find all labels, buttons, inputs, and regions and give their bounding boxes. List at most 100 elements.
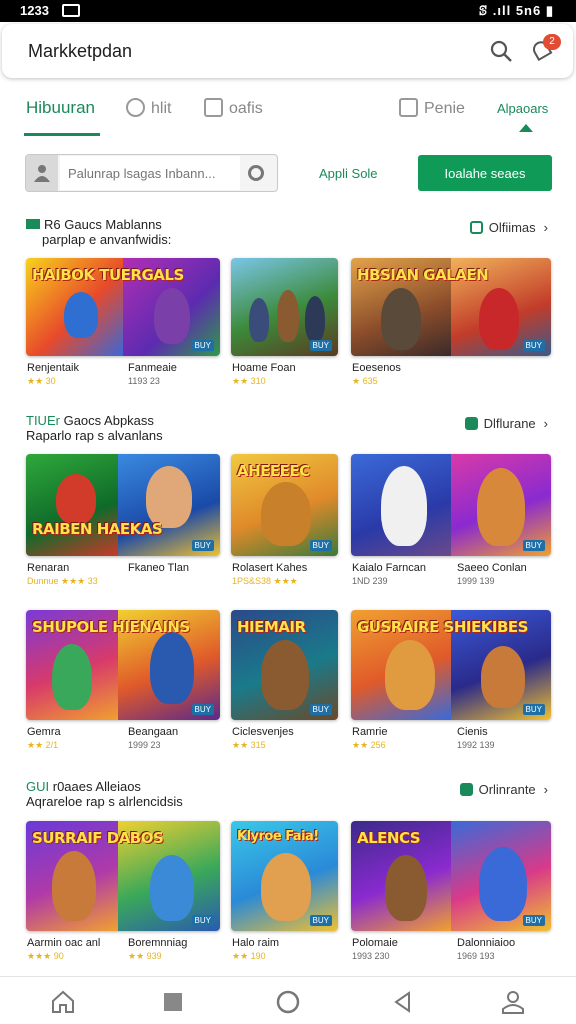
game-title-art: Klyroe Faia! <box>237 829 319 844</box>
price-tag: BUY <box>191 915 214 926</box>
game-title-art: ALENCS <box>357 829 421 847</box>
section-title: TIUEr Gaocs Abpkass <box>26 413 154 428</box>
game-meta: 1999 23 <box>128 740 161 750</box>
tab-hlit[interactable]: hlit <box>126 98 171 118</box>
game-rating: ★ 635 <box>352 376 378 386</box>
tab-penie[interactable]: Penie <box>399 98 465 118</box>
section-subtitle: Raparlo rap s alvanlans <box>26 428 163 443</box>
game-name: Saeeo Conlan <box>457 562 527 574</box>
game-rating: ★★ 30 <box>27 376 56 386</box>
primary-button[interactable]: Ioalahe seaes <box>418 155 552 191</box>
tab-oafis[interactable]: oafis <box>204 98 263 118</box>
chevron-right-icon: › <box>543 220 548 235</box>
status-time: 1233 <box>20 3 49 18</box>
game-thumbnail: GUSRAIRE SHIEKIBES BUY <box>351 610 551 720</box>
chevron-right-icon: › <box>543 416 548 431</box>
game-title-art: SURRAIF DABOS <box>32 829 164 847</box>
game-rating: ★★ 310 <box>232 376 266 386</box>
game-title-art: AHEEEEC <box>237 462 310 480</box>
game-name: Fkaneo Tlan <box>128 562 189 574</box>
back-icon[interactable] <box>390 989 416 1015</box>
active-tab-indicator <box>24 133 100 136</box>
game-title-art: SHUPOLE HIENAINS <box>32 618 190 636</box>
game-thumbnail: HAIBOK TUERGALS BUY <box>26 258 220 356</box>
game-title-art: HBSIAN GALAEN <box>357 266 489 284</box>
game-title-art: GUSRAIRE SHIEKIBES <box>357 618 528 636</box>
app-bar: Markketpdan 2 <box>2 24 573 78</box>
game-name: Eoesenos <box>352 362 401 374</box>
user-icon <box>26 155 58 191</box>
section-title-text: Gaocs Abpkass <box>63 413 154 428</box>
see-more-link[interactable]: Orlinrante › <box>459 782 548 797</box>
notification-badge: 2 <box>543 34 561 50</box>
game-meta: 1992 139 <box>457 740 495 750</box>
status-bar: 1233 ꕷ .ıll 5n6 ▮ <box>0 0 576 22</box>
section-title: GUI r0aaes Alleiaos <box>26 779 141 794</box>
game-thumbnail: ALENCS BUY <box>351 821 551 931</box>
game-thumbnail: BUY <box>351 454 551 556</box>
price-tag: BUY <box>191 540 214 551</box>
game-thumbnail: HIEMAIR BUY <box>231 610 338 720</box>
game-thumbnail: AHEEEEC BUY <box>231 454 338 556</box>
game-name: Boremnniag <box>128 937 188 949</box>
section-flag: GUI <box>26 779 50 794</box>
price-tag: BUY <box>191 704 214 715</box>
game-meta: 1999 139 <box>457 576 495 586</box>
tab-penie-label: Penie <box>424 100 465 117</box>
tab-hibuuran[interactable]: Hibuuran <box>26 98 95 118</box>
section-title-text: Gaucs Mablanns <box>64 217 162 232</box>
see-more-label: Orlinrante <box>478 782 536 797</box>
game-name: Beangaan <box>128 726 179 738</box>
see-more-label: Dlflurane <box>483 416 536 431</box>
app-title: Markketpdan <box>28 41 133 61</box>
section-subtitle: parplap e anvanfwidis: <box>42 232 172 247</box>
game-name: Gemra <box>27 726 61 738</box>
app-link[interactable]: Appli Sole <box>319 166 378 181</box>
game-rating: ★★ 315 <box>232 740 266 750</box>
check-icon <box>459 783 473 796</box>
section-subtitle: Aqrareloe rap s alrlencidsis <box>26 794 183 809</box>
game-rating: Dunnue ★★★ 33 <box>27 576 98 586</box>
face-icon <box>399 98 418 117</box>
home-icon[interactable] <box>50 989 76 1015</box>
game-name: Halo raim <box>232 937 280 949</box>
game-name: Rolasert Kahes <box>232 562 308 574</box>
tab-hlit-label: hlit <box>151 100 172 117</box>
see-more-link[interactable]: Dlflurane › <box>464 416 548 431</box>
game-rating: 1PS&S38 ★★★ <box>232 576 298 586</box>
grid-icon <box>469 221 483 234</box>
game-name: Renaran <box>27 562 70 574</box>
game-title-art: HAIBOK TUERGALS <box>32 266 184 284</box>
search-icon[interactable] <box>489 39 513 63</box>
bookmark-icon <box>464 417 478 430</box>
game-thumbnail: Klyroe Faia! BUY <box>231 821 338 931</box>
game-thumbnail: BUY <box>231 258 338 356</box>
category-tabs: Hibuuran hlit oafis Penie Alpaoars <box>0 88 576 138</box>
section-title-text: r0aaes Alleiaos <box>52 779 141 794</box>
camera-icon[interactable] <box>248 165 264 181</box>
game-rating: ★★ 2/1 <box>27 740 59 750</box>
game-name: Polomaie <box>352 937 398 949</box>
price-tag: BUY <box>522 704 545 715</box>
tab-alpaoars[interactable]: Alpaoars <box>497 101 548 116</box>
price-tag: BUY <box>191 340 214 351</box>
circle-icon[interactable] <box>275 989 301 1015</box>
price-tag: BUY <box>522 340 545 351</box>
game-rating: ★★ 190 <box>232 951 266 961</box>
search-input[interactable] <box>60 156 240 190</box>
smile-icon <box>126 98 145 117</box>
game-thumbnail: SURRAIF DABOS BUY <box>26 821 220 931</box>
game-title-art: RAIBEN HAEKAS <box>32 520 163 538</box>
game-name: Kaialo Farncan <box>352 562 426 574</box>
game-title-art: HIEMAIR <box>237 618 306 636</box>
search-box <box>25 154 278 192</box>
see-more-link[interactable]: Olfiimas › <box>469 220 548 235</box>
profile-icon[interactable] <box>500 989 526 1015</box>
tab-oafis-label: oafis <box>229 100 263 117</box>
game-name: Ramrie <box>352 726 388 738</box>
price-tag: BUY <box>522 915 545 926</box>
recents-icon[interactable] <box>160 989 186 1015</box>
price-tag: BUY <box>309 340 332 351</box>
sim-icon <box>62 4 80 17</box>
game-rating: ★★★ 90 <box>27 951 64 961</box>
